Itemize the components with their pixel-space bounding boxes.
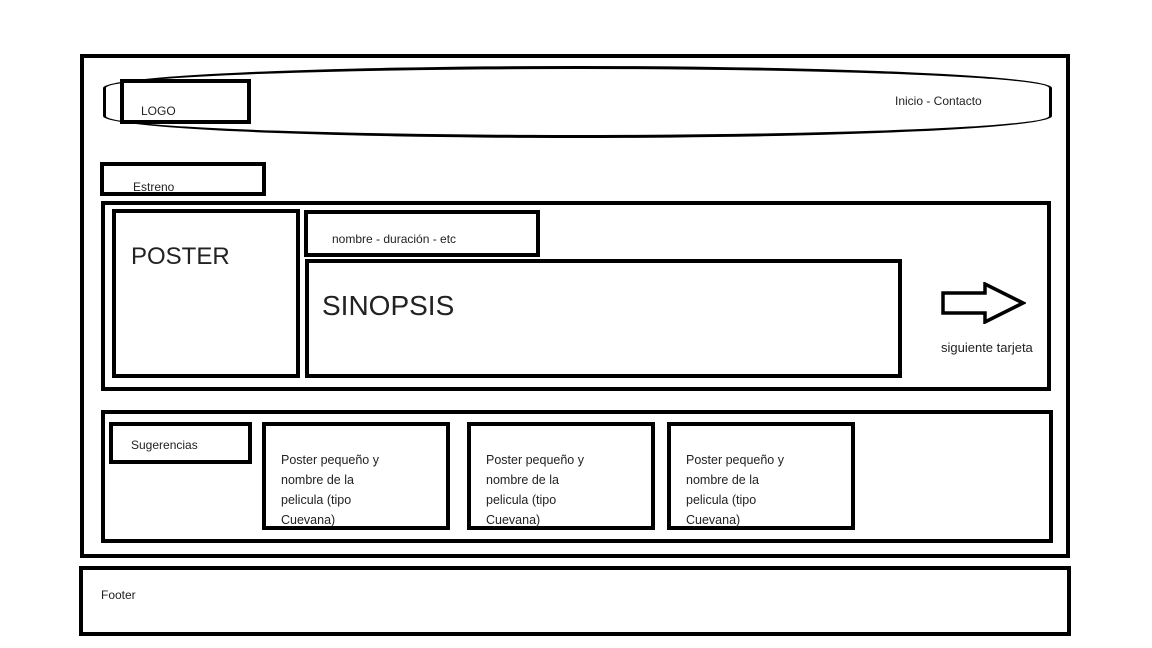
footer-box [79, 566, 1071, 636]
movie-meta-label: nombre - duración - etc [332, 232, 457, 246]
next-card-label[interactable]: siguiente tarjeta [941, 340, 1033, 355]
arrow-right-icon[interactable] [940, 282, 1026, 324]
nav-links-label[interactable]: Inicio - Contacto [895, 94, 982, 108]
footer-label: Footer [101, 588, 136, 602]
suggestion-card-text: Poster pequeño y nombre de la pelicula (… [281, 453, 379, 527]
synopsis-label: SINOPSIS [322, 290, 455, 321]
poster-box[interactable] [112, 209, 300, 378]
poster-label: POSTER [131, 243, 230, 270]
estreno-tab [100, 162, 266, 196]
sugerencias-tab-label: Sugerencias [131, 438, 198, 452]
suggestion-card-text: Poster pequeño y nombre de la pelicula (… [686, 453, 784, 527]
logo-box[interactable] [120, 79, 251, 124]
suggestion-card-text: Poster pequeño y nombre de la pelicula (… [486, 453, 584, 527]
logo-label: LOGO [141, 104, 176, 118]
estreno-tab-label: Estreno [133, 180, 175, 194]
